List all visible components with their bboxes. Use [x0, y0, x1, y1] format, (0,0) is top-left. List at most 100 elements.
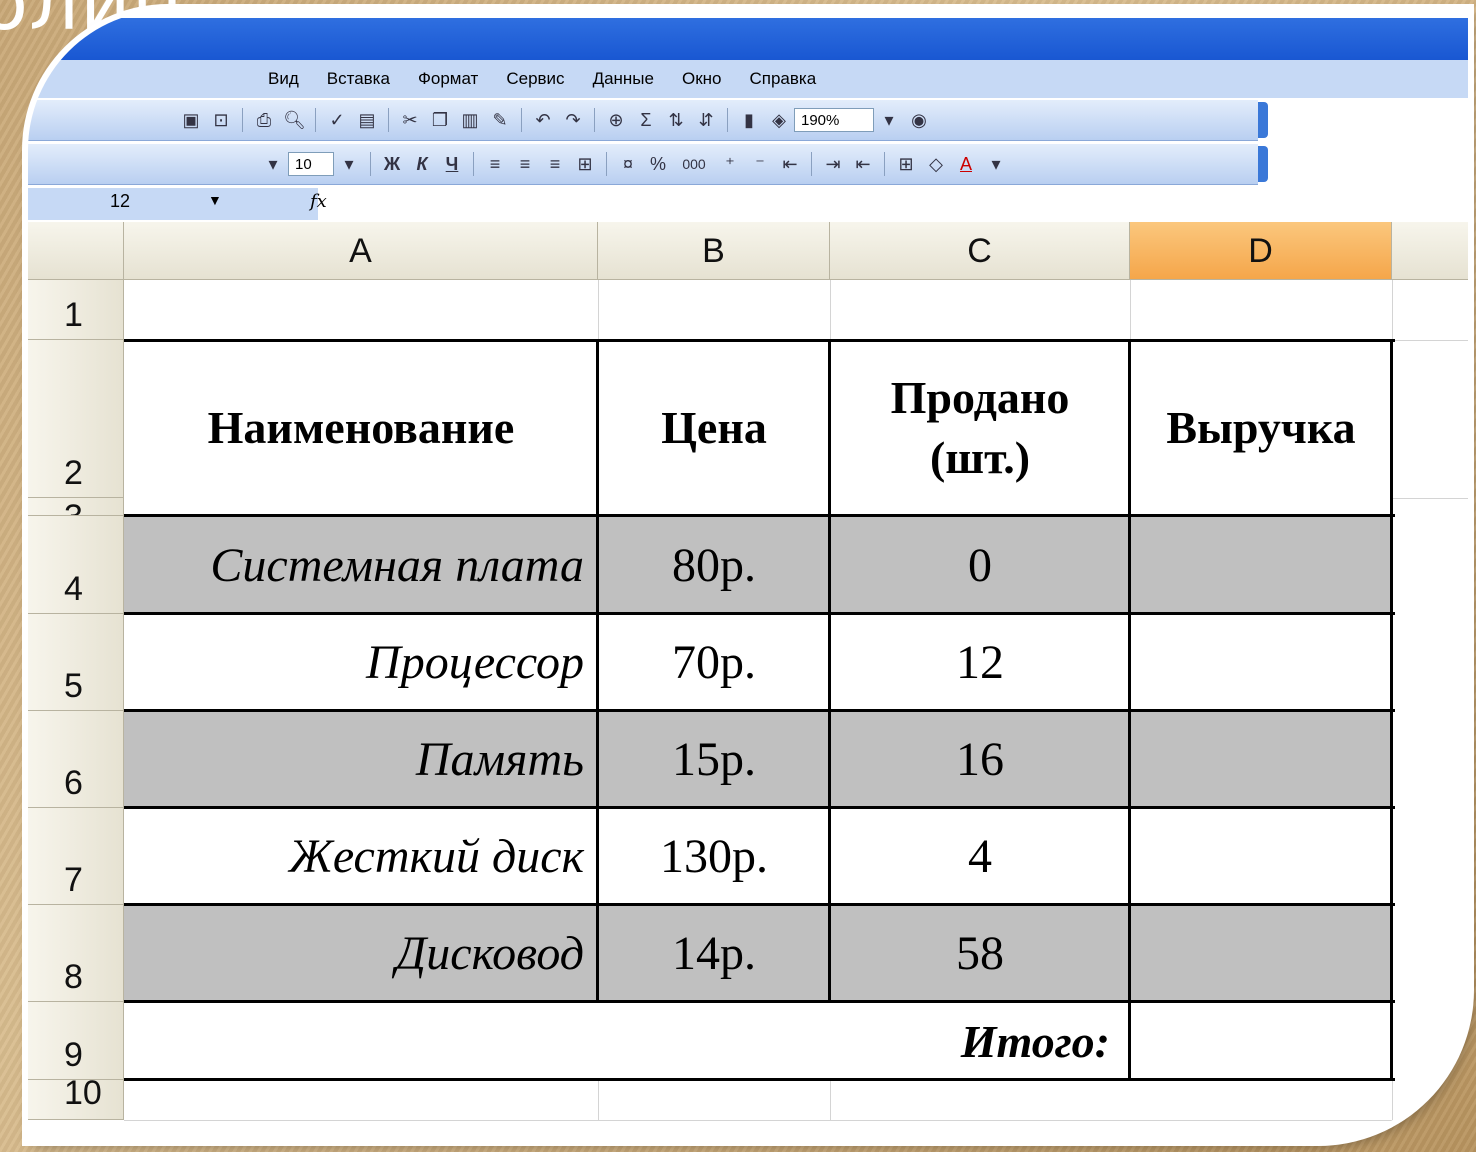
cell-name[interactable]: Жесткий диск [124, 808, 598, 905]
column-header-a[interactable]: A [124, 222, 598, 280]
cell-sold[interactable]: 0 [830, 516, 1130, 614]
menu-window[interactable]: Окно [682, 69, 722, 89]
sort-ascending-icon[interactable]: ⇅ [665, 109, 687, 131]
column-header-d[interactable]: D [1130, 222, 1392, 280]
cell-name[interactable]: Системная плата [124, 516, 598, 614]
gridline [124, 1120, 1468, 1121]
decrease-decimal-icon[interactable]: ⁻ [749, 153, 771, 175]
header-name[interactable]: Наименование [124, 340, 598, 516]
cell-price[interactable]: 14р. [598, 905, 830, 1002]
chart-wizard-icon[interactable]: ▮ [738, 109, 760, 131]
align-right-icon[interactable]: ≡ [544, 153, 566, 175]
increase-indent-icon[interactable]: ⇥ [822, 153, 844, 175]
chevron-down-icon[interactable]: ▾ [878, 109, 900, 131]
cell-price[interactable]: 15р. [598, 711, 830, 808]
cell-price[interactable]: 80р. [598, 516, 830, 614]
column-header-b[interactable]: B [598, 222, 830, 280]
header-revenue[interactable]: Выручка [1130, 340, 1392, 516]
undo-icon[interactable]: ↶ [532, 109, 554, 131]
chevron-down-icon[interactable]: ▼ [208, 192, 222, 208]
row-header-3[interactable]: 3 [28, 498, 124, 516]
row-header-7[interactable]: 7 [28, 808, 124, 905]
currency-icon[interactable]: ¤ [617, 153, 639, 175]
menu-tools[interactable]: Сервис [506, 69, 564, 89]
chevron-down-icon[interactable]: ▾ [338, 153, 360, 175]
menu-data[interactable]: Данные [593, 69, 654, 89]
header-sold[interactable]: Продано (шт.) [830, 340, 1130, 516]
toolbar-options-icon[interactable] [1258, 102, 1268, 138]
header-price[interactable]: Цена [598, 340, 830, 516]
function-icon[interactable]: fx [310, 191, 327, 212]
total-label[interactable]: Итого: [124, 1002, 1126, 1080]
menu-help[interactable]: Справка [750, 69, 817, 89]
cell-name[interactable]: Память [124, 711, 598, 808]
menu-format[interactable]: Формат [418, 69, 478, 89]
row-header-2[interactable]: 2 [28, 340, 124, 498]
drawing-icon[interactable]: ◈ [768, 109, 790, 131]
menu-view[interactable]: Вид [268, 69, 299, 89]
merge-center-icon[interactable]: ⊞ [574, 153, 596, 175]
borders-icon[interactable]: ⊞ [895, 153, 917, 175]
row-header-10[interactable]: 10 [28, 1080, 124, 1120]
permission-icon[interactable]: ⊡ [210, 109, 232, 131]
autosum-icon[interactable]: Σ [635, 109, 657, 131]
comma-style-icon[interactable]: 000 [677, 153, 711, 175]
font-size-select[interactable]: 10 [288, 152, 334, 176]
cell-revenue[interactable] [1130, 905, 1392, 1002]
cell-price[interactable]: 130р. [598, 808, 830, 905]
name-box[interactable]: 12 ▼ fx [28, 188, 327, 220]
bold-icon[interactable]: Ж [381, 153, 403, 175]
cell-sold[interactable]: 16 [830, 711, 1130, 808]
italic-icon[interactable]: К [411, 153, 433, 175]
total-value[interactable] [1130, 1002, 1392, 1080]
cell-sold[interactable]: 4 [830, 808, 1130, 905]
row-header-4[interactable]: 4 [28, 516, 124, 614]
cell-sold[interactable]: 12 [830, 614, 1130, 711]
research-icon[interactable]: ▤ [356, 109, 378, 131]
fill-color-icon[interactable]: ◇ [925, 153, 947, 175]
chevron-down-icon[interactable]: ▾ [985, 153, 1007, 175]
cell-price[interactable]: 70р. [598, 614, 830, 711]
redo-icon[interactable]: ↷ [562, 109, 584, 131]
cell-name[interactable]: Процессор [124, 614, 598, 711]
underline-icon[interactable]: Ч [441, 153, 463, 175]
row-header-5[interactable]: 5 [28, 614, 124, 711]
percent-icon[interactable]: % [647, 153, 669, 175]
save-icon[interactable]: ▣ [180, 109, 202, 131]
decrease-indent-icon[interactable]: ⇤ [779, 153, 801, 175]
column-header-e[interactable] [1392, 222, 1468, 280]
select-all-corner[interactable] [28, 222, 124, 280]
cell-revenue[interactable] [1130, 808, 1392, 905]
cell-revenue[interactable] [1130, 614, 1392, 711]
worksheet-grid[interactable]: A B C D 1 2 3 4 5 6 7 8 9 10 Наименовани… [28, 222, 1468, 1140]
row-header-6[interactable]: 6 [28, 711, 124, 808]
cut-icon[interactable]: ✂ [399, 109, 421, 131]
zoom-select[interactable]: 190% [794, 108, 874, 132]
toolbar-separator [884, 152, 885, 176]
align-left-icon[interactable]: ≡ [484, 153, 506, 175]
cell-revenue[interactable] [1130, 711, 1392, 808]
chevron-down-icon[interactable]: ▾ [262, 153, 284, 175]
format-painter-icon[interactable]: ✎ [489, 109, 511, 131]
align-center-icon[interactable]: ≡ [514, 153, 536, 175]
print-icon[interactable]: ⎙ [253, 109, 275, 131]
paste-icon[interactable]: ▥ [459, 109, 481, 131]
font-color-icon[interactable]: A [955, 153, 977, 175]
cell-sold[interactable]: 58 [830, 905, 1130, 1002]
row-header-9[interactable]: 9 [28, 1002, 124, 1080]
menu-insert[interactable]: Вставка [327, 69, 390, 89]
row-header-8[interactable]: 8 [28, 905, 124, 1002]
toolbar-options-icon-2[interactable] [1258, 146, 1268, 182]
sort-descending-icon[interactable]: ⇵ [695, 109, 717, 131]
print-preview-icon[interactable]: 🔍︎ [283, 109, 306, 131]
row-header-1[interactable]: 1 [28, 280, 124, 340]
increase-decimal-icon[interactable]: ⁺ [719, 153, 741, 175]
help-icon[interactable]: ◉ [908, 109, 930, 131]
cell-revenue[interactable] [1130, 516, 1392, 614]
spelling-icon[interactable]: ✓ [326, 109, 348, 131]
column-header-c[interactable]: C [830, 222, 1130, 280]
hyperlink-icon[interactable]: ⊕ [605, 109, 627, 131]
decrease-indent-icon-2[interactable]: ⇤ [852, 153, 874, 175]
copy-icon[interactable]: ❐ [429, 109, 451, 131]
cell-name[interactable]: Дисковод [124, 905, 598, 1002]
